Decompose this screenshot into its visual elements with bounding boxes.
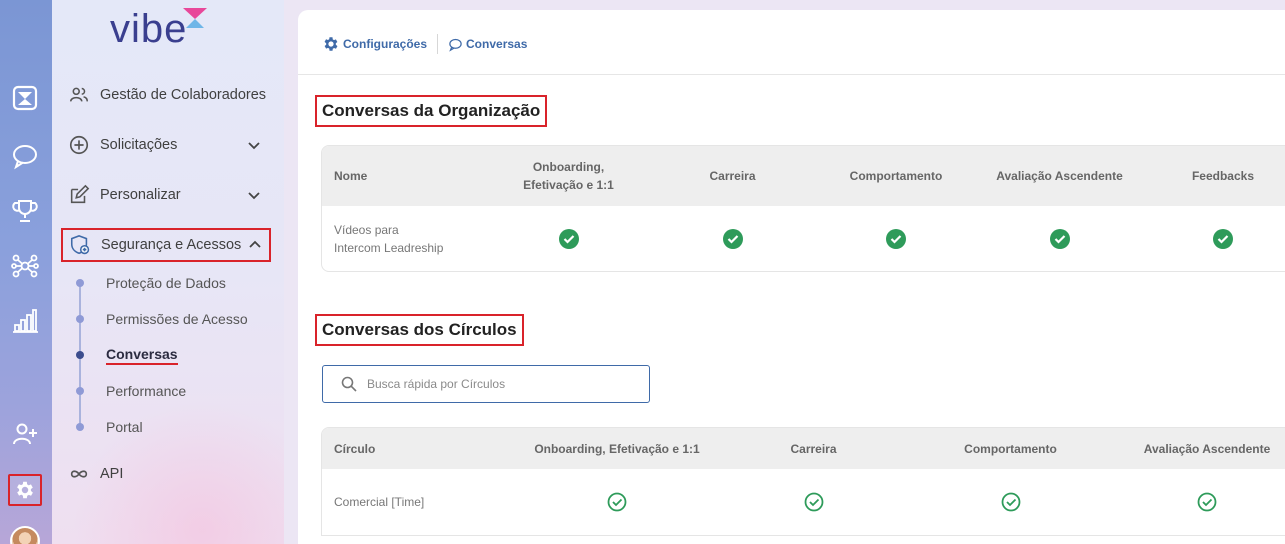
logo-text: vibe: [110, 7, 188, 51]
add-user-icon[interactable]: [7, 416, 43, 452]
bullet: [76, 423, 84, 431]
check-cell[interactable]: [522, 492, 712, 512]
bullet-active: [76, 351, 84, 359]
check-circle-icon: [558, 228, 579, 249]
check-cell[interactable]: [1106, 492, 1285, 512]
plus-circle-icon: [66, 132, 92, 158]
column-header: Avaliação Ascendente: [996, 169, 1123, 183]
users-icon: [66, 82, 92, 108]
bullet: [76, 279, 84, 287]
chat-icon: [449, 38, 462, 52]
column-header: Avaliação Ascendente: [1143, 441, 1271, 456]
check-cell[interactable]: [487, 228, 650, 250]
check-circle-icon: [1049, 228, 1070, 249]
sidebar: vibe Gestão de Colaboradores Solicitaçõe…: [52, 0, 284, 544]
chat-icon[interactable]: [7, 138, 43, 174]
submenu-item-permissoes[interactable]: Permissões de Acesso: [75, 309, 248, 329]
sidebar-item-label: Segurança e Acessos: [101, 237, 242, 253]
sidebar-item-colaboradores[interactable]: Gestão de Colaboradores: [66, 80, 266, 110]
check-cell[interactable]: [977, 228, 1142, 250]
bullet: [76, 315, 84, 323]
breadcrumb-separator: [437, 34, 439, 54]
column-header: Círculo: [334, 441, 376, 456]
breadcrumb-label: Conversas: [466, 37, 528, 51]
logo-mark-icon: [183, 8, 208, 28]
submenu-item-portal[interactable]: Portal: [75, 417, 143, 437]
sidebar-item-solicitacoes[interactable]: Solicitações: [66, 130, 260, 160]
icon-rail: [0, 0, 52, 544]
table-header: Nome Onboarding, Efetivação e 1:1 Carrei…: [322, 146, 1285, 206]
sidebar-item-label: Gestão de Colaboradores: [100, 87, 267, 103]
row-name: Comercial [Time]: [334, 495, 425, 509]
column-header: Onboarding, Efetivação e 1:1: [534, 441, 700, 456]
check-circle-outline-icon: [607, 492, 627, 512]
network-icon[interactable]: [7, 248, 43, 284]
shield-icon: [67, 232, 93, 258]
table-row: Vídeos para Intercom Leadreship: [322, 206, 1285, 271]
row-name: Vídeos para Intercom Leadreship: [334, 222, 444, 255]
submenu-label: Proteção de Dados: [106, 275, 226, 291]
gear-icon: [324, 37, 338, 51]
column-header: Feedbacks: [1191, 169, 1255, 183]
check-cell[interactable]: [650, 228, 815, 250]
settings-gear-icon[interactable]: [8, 474, 42, 506]
check-cell[interactable]: [1142, 228, 1285, 250]
column-header: Carreira: [709, 169, 756, 183]
infinity-icon: [66, 461, 92, 487]
trophy-icon[interactable]: [7, 193, 43, 229]
user-avatar[interactable]: [10, 526, 40, 544]
submenu-label: Performance: [106, 383, 187, 399]
check-circle-icon: [886, 228, 906, 249]
edit-icon: [66, 182, 92, 208]
main-panel: Configurações Conversas Conversas da Org…: [298, 10, 1285, 544]
submenu-item-protecao[interactable]: Proteção de Dados: [75, 273, 226, 293]
chevron-down-icon[interactable]: [246, 187, 262, 203]
check-cell[interactable]: [815, 228, 977, 250]
column-header: Comportamento: [849, 169, 943, 183]
circles-conversations-table: Círculo Onboarding, Efetivação e 1:1 Car…: [321, 427, 1285, 536]
check-circle-icon: [722, 228, 743, 249]
submenu-label: Portal: [106, 419, 143, 435]
sidebar-item-personalizar[interactable]: Personalizar: [66, 180, 260, 210]
circles-section-title: Conversas dos Círculos: [315, 314, 524, 346]
submenu-label-active: Conversas: [106, 346, 178, 365]
org-section-title: Conversas da Organização: [315, 95, 548, 127]
circle-search-box[interactable]: [322, 365, 650, 403]
column-header: Onboarding, Efetivação e 1:1: [523, 160, 614, 192]
search-icon: [341, 376, 357, 392]
sidebar-item-label: Solicitações: [100, 137, 178, 153]
submenu-item-performance[interactable]: Performance: [75, 381, 186, 401]
breadcrumb-conversas[interactable]: Conversas: [448, 37, 527, 52]
sidebar-item-seguranca[interactable]: Segurança e Acessos: [61, 228, 271, 262]
table-row: Comercial [Time]: [322, 469, 1285, 535]
breadcrumb-configuracoes[interactable]: Configurações: [322, 35, 427, 53]
breadcrumb-label: Configurações: [343, 37, 428, 51]
vibe-logo[interactable]: vibe: [110, 8, 209, 52]
submenu-item-conversas[interactable]: Conversas: [75, 345, 178, 365]
circle-search-input[interactable]: [367, 377, 627, 391]
check-circle-outline-icon: [1001, 492, 1020, 512]
table-header: Círculo Onboarding, Efetivação e 1:1 Car…: [322, 428, 1285, 469]
column-header: Comportamento: [964, 441, 1057, 456]
chevron-up-icon[interactable]: [247, 237, 263, 253]
column-header: Carreira: [790, 441, 837, 456]
submenu-label: Permissões de Acesso: [106, 311, 248, 327]
check-circle-outline-icon: [804, 492, 823, 512]
bar-chart-icon[interactable]: [7, 303, 43, 339]
inbox-icon[interactable]: [7, 80, 43, 116]
chevron-down-icon[interactable]: [246, 137, 262, 153]
header-divider: [298, 74, 1285, 75]
check-circle-outline-icon: [1197, 492, 1217, 512]
check-circle-icon: [1213, 228, 1233, 249]
sidebar-item-label: API: [100, 466, 124, 482]
column-header: Nome: [334, 169, 368, 183]
check-cell[interactable]: [915, 492, 1106, 512]
breadcrumb: Configurações Conversas: [322, 34, 527, 54]
org-conversations-table: Nome Onboarding, Efetivação e 1:1 Carrei…: [321, 145, 1285, 272]
bullet: [76, 387, 84, 395]
check-cell[interactable]: [712, 492, 915, 512]
sidebar-item-api[interactable]: API: [66, 459, 123, 489]
sidebar-item-label: Personalizar: [100, 187, 181, 203]
